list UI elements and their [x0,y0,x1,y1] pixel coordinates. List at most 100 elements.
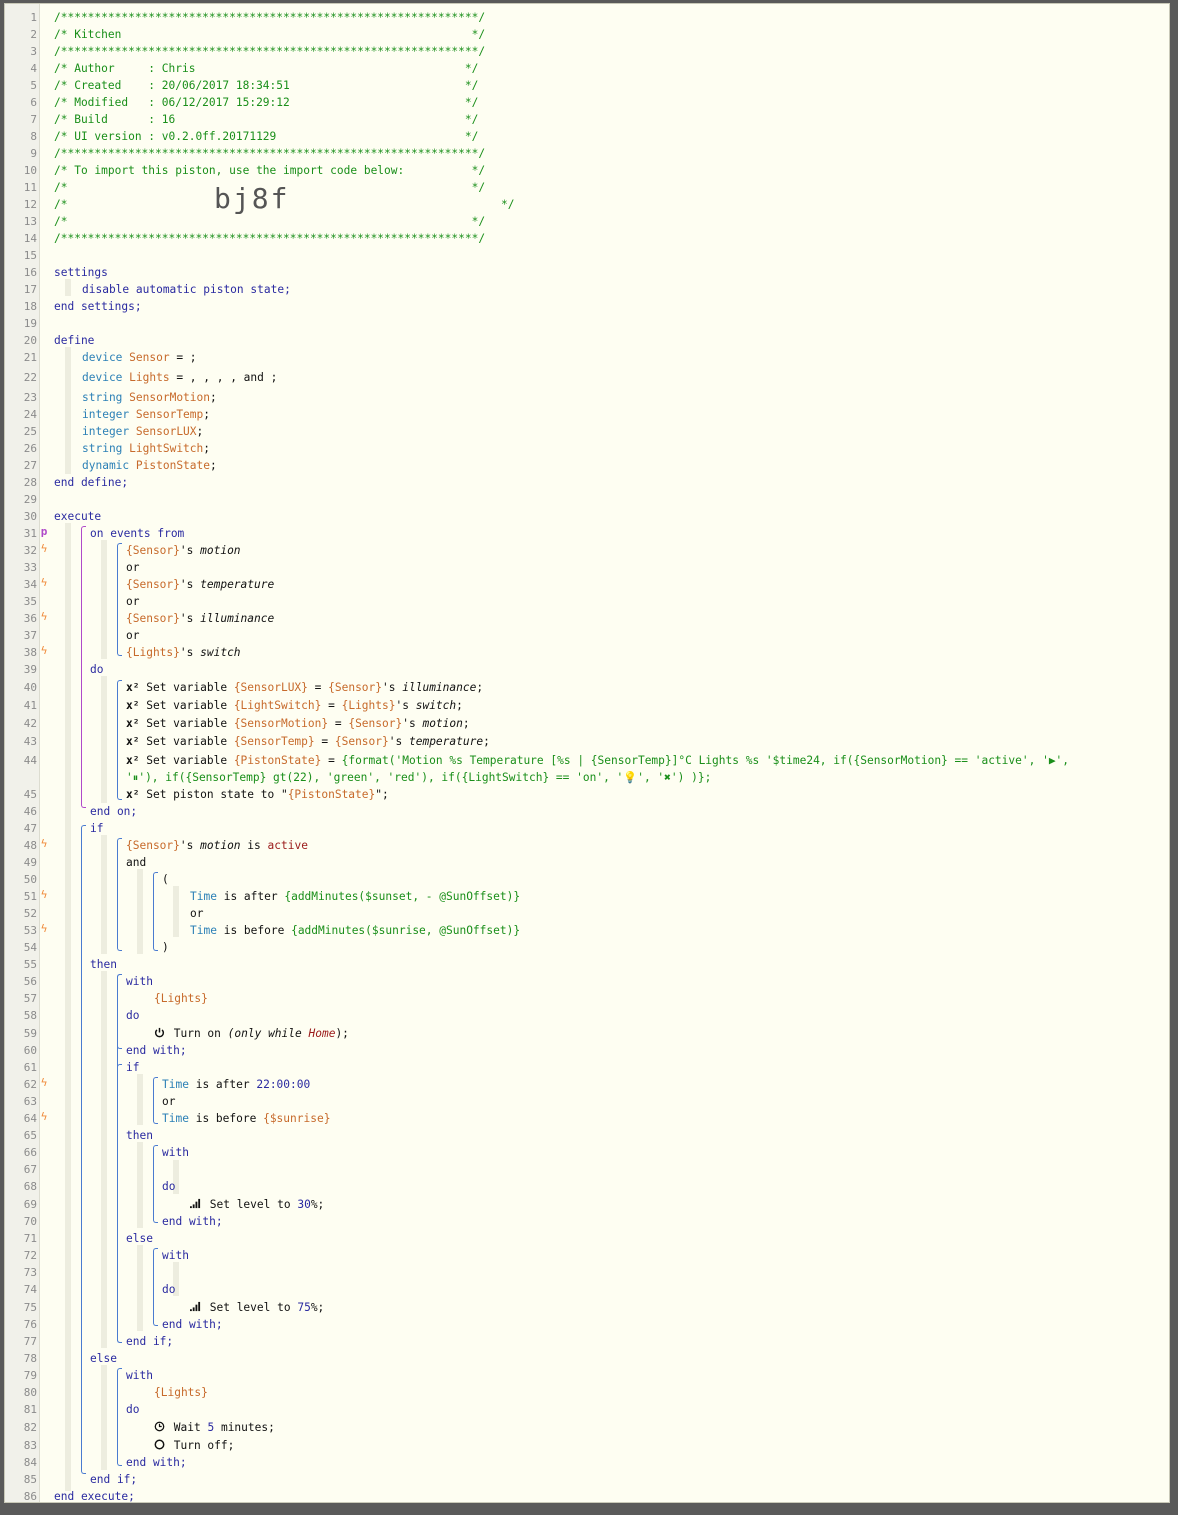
line-number: 78 [23,1352,37,1365]
end-with-keyword: end with; [162,1318,223,1331]
do-keyword: do [90,663,104,676]
line-number: 36 [23,612,37,625]
trigger-icon: ϟ [40,1110,48,1123]
operator-or: or [126,595,140,608]
line-number: 44 [23,754,37,767]
set-variable-sensormotion[interactable]: x² Set variable {SensorMotion} = {Sensor… [126,715,470,732]
line-number: 26 [23,442,37,455]
define-keyword: define [54,334,95,347]
with-lights-device[interactable]: {Lights} [154,990,208,1007]
comment-line: /* */ [54,215,486,228]
code-viewer: 1 2 3 4 5 6 7 8 9 10 11 12 13 14 15 16 17 18 19 20 21 22 23 24 2… [4,3,1170,1503]
line-number: 41 [23,699,37,712]
line-number: 17 [23,283,37,296]
event-sensor-motion[interactable]: {Sensor}'s motion [126,542,241,559]
line-number: 33 [23,561,37,574]
set-variable-lightswitch[interactable]: x² Set variable {LightSwitch} = {Lights}… [126,697,463,714]
line-number: 64 [23,1112,37,1125]
set-variable-lux[interactable]: x² Set variable {SensorLUX} = {Sensor}'s… [126,679,483,696]
line-number: 6 [30,96,37,109]
set-piston-state[interactable]: x² Set piston state to "{PistonState}"; [126,786,389,803]
piston-event-marker: p [40,525,48,538]
line-number: 53 [23,924,37,937]
trigger-icon: ϟ [40,542,48,555]
line-number: 68 [23,1180,37,1193]
end-with-keyword: end with; [126,1044,187,1057]
define-sensor: device Sensor = ; [82,351,197,364]
condition-sensor-motion-active[interactable]: {Sensor}'s motion is active [126,837,308,854]
condition-time-after-sunset[interactable]: Time is after {addMinutes($sunset, - @Su… [190,888,520,905]
line-number: 75 [23,1301,37,1314]
line-number: 39 [23,663,37,676]
turn-off-command[interactable]: Turn off; [154,1437,234,1454]
operator-or: or [126,561,140,574]
line-number: 43 [23,735,37,748]
line-number: 12 [23,198,37,211]
line-number: 58 [23,1009,37,1022]
line-number: 74 [23,1283,37,1296]
line-number: 62 [23,1078,37,1091]
line-number: 16 [23,266,37,279]
set-level-30-command[interactable]: Set level to 30%; [190,1196,324,1213]
line-number: 35 [23,595,37,608]
line-number: 71 [23,1232,37,1245]
line-number: 66 [23,1146,37,1159]
comment-created: /* Created : 20/06/2017 18:34:51 */ [54,79,479,92]
wait-command[interactable]: Wait 5 minutes; [154,1419,275,1436]
set-variable-sensortemp[interactable]: x² Set variable {SensorTemp} = {Sensor}'… [126,733,490,750]
event-sensor-illuminance[interactable]: {Sensor}'s illuminance [126,610,274,627]
end-on-keyword: end on; [90,805,138,818]
line-number: 2 [30,28,37,41]
line-number: 69 [23,1198,37,1211]
on-events-statement[interactable]: on events from [90,525,184,542]
line-number: 61 [23,1061,37,1074]
comment-title: /* Kitchen */ [54,28,486,41]
with-keyword[interactable]: with [126,1367,153,1384]
nested-if-keyword[interactable]: if [126,1059,139,1076]
line-number: 46 [23,805,37,818]
comment-line: /***************************************… [54,45,486,58]
line-number: 31 [23,527,37,540]
power-icon [154,1027,165,1038]
define-lightswitch: string LightSwitch; [82,442,211,455]
line-number: 42 [23,717,37,730]
comment-line: /***************************************… [54,232,486,245]
line-number: 25 [23,425,37,438]
group-open-paren: ( [162,873,169,886]
event-sensor-temperature[interactable]: {Sensor}'s temperature [126,576,274,593]
line-number: 11 [23,181,37,194]
with-keyword[interactable]: with [162,1247,189,1264]
line-number: 13 [23,215,37,228]
line-number: 37 [23,629,37,642]
line-number: 60 [23,1044,37,1057]
turn-on-command[interactable]: Turn on (only while Home); [154,1025,349,1042]
operator-or: or [190,907,204,920]
operator-or: or [162,1095,176,1108]
line-number: 40 [23,681,37,694]
pistonstate-expression-continuation: '⏸'), if({SensorTemp} gt(22), 'green', '… [126,771,712,784]
line-number: 9 [30,147,37,160]
comment-import: /* To import this piston, use the import… [54,164,486,177]
event-lights-switch[interactable]: {Lights}'s switch [126,644,241,661]
condition-time-before-sunrise-ref[interactable]: Time is before {$sunrise} [162,1110,330,1127]
condition-time-before-sunrise[interactable]: Time is before {addMinutes($sunrise, @Su… [190,922,520,939]
import-code[interactable]: bj8f [214,182,289,215]
line-number: 85 [23,1473,37,1486]
line-number: 70 [23,1215,37,1228]
if-keyword[interactable]: if [90,820,103,837]
end-if-keyword: end if; [90,1473,138,1486]
settings-keyword: settings [54,266,108,279]
end-execute-keyword: end execute; [54,1490,135,1503]
with-lights-device[interactable]: {Lights} [154,1384,208,1401]
set-variable-pistonstate[interactable]: x² Set variable {PistonState} = {format(… [126,752,1069,769]
do-keyword: do [162,1180,176,1193]
line-number: 32 [23,544,37,557]
line-number: 29 [23,493,37,506]
comment-author: /* Author : Chris */ [54,62,479,75]
line-number: 83 [23,1439,37,1452]
define-end: end define; [54,476,129,489]
set-level-75-command[interactable]: Set level to 75%; [190,1299,324,1316]
condition-time-after-2200[interactable]: Time is after 22:00:00 [162,1076,310,1093]
with-keyword[interactable]: with [126,973,153,990]
with-keyword[interactable]: with [162,1144,189,1161]
